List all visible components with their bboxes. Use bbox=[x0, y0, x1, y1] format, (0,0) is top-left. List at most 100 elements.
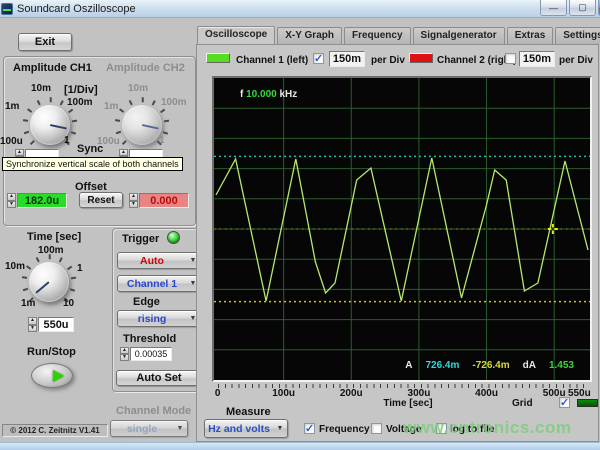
knob-tick bbox=[23, 288, 28, 291]
offset-ch2-spinner[interactable]: ▲▼ bbox=[129, 193, 138, 208]
sync-tooltip: Synchronize vertical scale of both chann… bbox=[2, 157, 183, 171]
x-axis-title: Time [sec] bbox=[368, 398, 448, 409]
x-tick-label: 0 bbox=[215, 388, 221, 399]
trigger-mode-value: Auto bbox=[118, 255, 186, 267]
grid-color-bar[interactable] bbox=[577, 399, 598, 407]
tab-signalgenerator[interactable]: Signalgenerator bbox=[413, 27, 505, 44]
ch2-knob-label-1m: 1m bbox=[104, 101, 118, 112]
channel1-checkbox[interactable] bbox=[313, 53, 324, 64]
channel2-color-swatch bbox=[409, 53, 433, 63]
knob-tick bbox=[160, 108, 165, 112]
knob-tick bbox=[116, 131, 121, 134]
amplitude-ch2-title: Amplitude CH2 bbox=[106, 62, 185, 74]
ch2-knob-label-10m: 10m bbox=[128, 83, 148, 94]
tab-xy-graph[interactable]: X-Y Graph bbox=[277, 27, 342, 44]
amplitude-unit-label: [1/Div] bbox=[64, 84, 98, 96]
tab-settings[interactable]: Settings bbox=[555, 27, 600, 44]
knob-tick bbox=[37, 100, 41, 105]
trigger-source-value: Channel 1 bbox=[118, 278, 186, 290]
channel1-perdiv-label: per Div bbox=[371, 55, 405, 66]
scope-display[interactable]: f 10.000 kHz A 726.4m -726.4m dA 1.453 bbox=[212, 76, 592, 382]
grid-checkbox[interactable] bbox=[559, 397, 570, 408]
knob-tick bbox=[115, 120, 120, 122]
x-tick-label: 200u bbox=[340, 388, 363, 399]
knob-tick bbox=[24, 131, 29, 134]
sync-label: Sync bbox=[77, 143, 103, 155]
trigger-mode-dropdown[interactable]: Auto ▼ bbox=[117, 252, 201, 269]
knob-tick bbox=[141, 98, 143, 103]
threshold-field[interactable]: 0.00035 bbox=[130, 347, 172, 361]
time-value-spinner[interactable]: ▲▼ bbox=[28, 317, 37, 332]
tab-strip: Oscilloscope X-Y Graph Frequency Signalg… bbox=[197, 27, 600, 45]
amplitude-readout: A 726.4m -726.4m dA 1.453 bbox=[405, 360, 574, 371]
runstop-label: Run/Stop bbox=[27, 346, 76, 358]
knob-tick bbox=[164, 120, 169, 122]
channel-mode-value: single bbox=[111, 423, 173, 435]
exit-button[interactable]: Exit bbox=[18, 33, 72, 51]
ch1-knob-label-100u: 100u bbox=[0, 136, 23, 147]
channel1-scale-field[interactable]: 150m bbox=[329, 51, 365, 67]
meas-da-label: dA bbox=[523, 360, 536, 371]
chevron-down-icon: ▼ bbox=[173, 425, 187, 432]
x-tick-label: 100u bbox=[272, 388, 295, 399]
knob-tick bbox=[72, 120, 77, 122]
offset-ch1-spinner[interactable]: ▲▼ bbox=[7, 193, 16, 208]
maximize-button[interactable]: ▢ bbox=[569, 0, 596, 16]
edge-title: Edge bbox=[133, 296, 160, 308]
knob-tick bbox=[67, 265, 72, 269]
knob-tick bbox=[119, 108, 124, 112]
knob-tick bbox=[60, 100, 64, 105]
meas-a-bottom: -726.4m bbox=[472, 360, 509, 371]
knob-tick bbox=[71, 131, 76, 134]
trigger-source-dropdown[interactable]: Channel 1 ▼ bbox=[117, 275, 201, 292]
trigger-edge-dropdown[interactable]: rising ▼ bbox=[117, 310, 201, 327]
waveform-plot bbox=[214, 78, 590, 380]
amplitude-ch1-title: Amplitude CH1 bbox=[13, 62, 92, 74]
minimize-button[interactable]: — bbox=[540, 0, 567, 16]
soundcard-oscilloscope-window: { "window": { "title": "Soundcard Oszill… bbox=[0, 0, 600, 450]
ch1-knob-label-1m: 1m bbox=[5, 101, 19, 112]
knob-tick bbox=[152, 100, 156, 105]
meas-a-label: A bbox=[405, 360, 412, 371]
channel-mode-dropdown[interactable]: single ▼ bbox=[110, 420, 188, 437]
channel2-checkbox[interactable] bbox=[505, 53, 516, 64]
channel2-scale-field[interactable]: 150m bbox=[519, 51, 555, 67]
measure-mode-dropdown[interactable]: Hz and volts ▼ bbox=[204, 419, 288, 438]
knob-tick bbox=[23, 120, 28, 122]
time-value-field[interactable]: 550u bbox=[38, 317, 74, 332]
knob-tick bbox=[22, 277, 27, 279]
time-knob-label-1m: 1m bbox=[21, 298, 35, 309]
threshold-title: Threshold bbox=[123, 333, 176, 345]
offset-reset-button[interactable]: Reset bbox=[79, 192, 123, 208]
frequency-checkbox[interactable] bbox=[304, 423, 315, 434]
tab-oscilloscope[interactable]: Oscilloscope bbox=[197, 26, 275, 44]
meas-a-top: 726.4m bbox=[425, 360, 459, 371]
tab-extras[interactable]: Extras bbox=[507, 27, 554, 44]
tab-frequency[interactable]: Frequency bbox=[344, 27, 411, 44]
offset-ch2-value[interactable]: 0.000 bbox=[139, 193, 189, 208]
freq-value: 10.000 bbox=[246, 89, 277, 100]
x-tick-label: 550u bbox=[568, 388, 591, 399]
voltage-checkbox[interactable] bbox=[371, 423, 382, 434]
knob-tick bbox=[27, 108, 32, 112]
threshold-spinner[interactable]: ▲▼ bbox=[120, 347, 129, 361]
measure-mode-value: Hz and volts bbox=[205, 423, 273, 435]
watermark: www.cntronics.com bbox=[403, 418, 571, 438]
frequency-readout: f 10.000 kHz bbox=[240, 89, 297, 100]
copyright-label: © 2012 C. Zeitnitz V1.41 bbox=[2, 424, 108, 437]
window-title: Soundcard Oszilloscope bbox=[17, 3, 136, 15]
measure-title: Measure bbox=[226, 406, 271, 418]
ch1-knob-label-10m: 10m bbox=[31, 83, 51, 94]
trigger-led bbox=[167, 231, 180, 244]
freq-prefix: f bbox=[240, 89, 243, 100]
runstop-toggle[interactable] bbox=[31, 363, 73, 388]
knob-tick bbox=[71, 277, 76, 279]
chevron-down-icon: ▼ bbox=[273, 425, 287, 432]
offset-ch1-value[interactable]: 182.0u bbox=[17, 193, 67, 208]
autoset-button[interactable]: Auto Set bbox=[116, 370, 202, 386]
knob-tick bbox=[163, 131, 168, 134]
title-bar: Soundcard Oszilloscope — ▢ ✕ bbox=[0, 0, 600, 18]
time-knob-label-10m: 10m bbox=[5, 261, 25, 272]
x-tick-label: 400u bbox=[475, 388, 498, 399]
ch2-knob-label-1: 1 bbox=[159, 135, 165, 146]
